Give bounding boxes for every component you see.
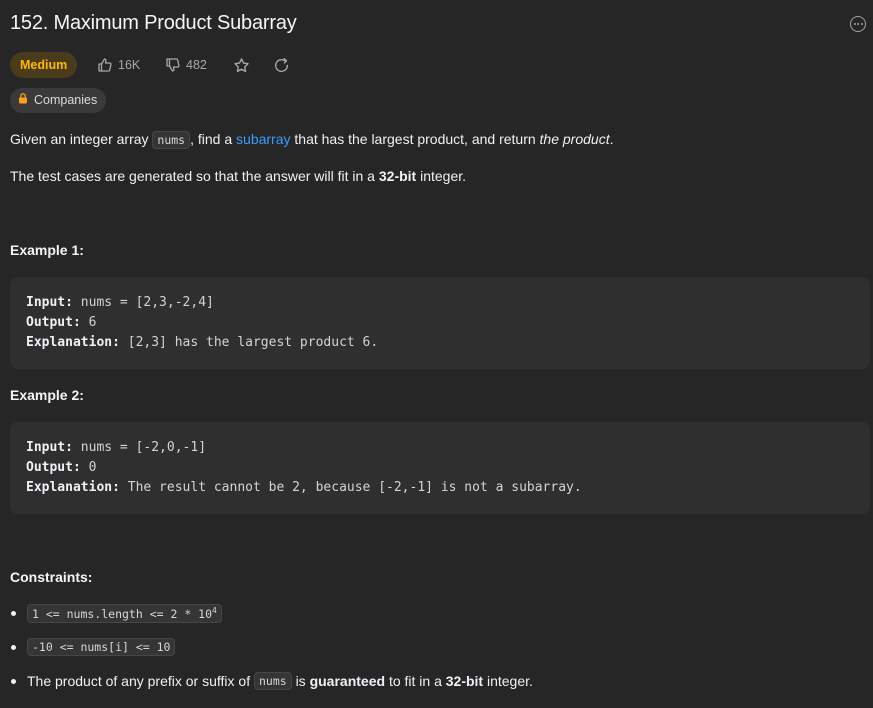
explanation-value: [2,3] has the largest product 6.	[119, 335, 379, 350]
problem-title: 152. Maximum Product Subarray	[10, 12, 297, 34]
constraint-code: 1 <= nums.length <= 2 * 10	[32, 606, 213, 621]
bold-text: 32-bit	[378, 168, 417, 184]
example-explanation-line: Explanation: [2,3] has the largest produ…	[26, 333, 854, 353]
inline-code: 1 <= nums.length <= 2 * 104	[27, 604, 222, 623]
emphasis-text: the product	[539, 131, 610, 147]
share-icon	[273, 57, 290, 74]
description-text: that has the largest product, and return	[290, 131, 540, 147]
constraint-item-1: 1 <= nums.length <= 2 * 104	[10, 604, 222, 623]
output-value: 0	[80, 460, 97, 475]
description-text: The test cases are generated so that the…	[10, 168, 379, 184]
example-2-heading: Example 2:	[10, 387, 84, 403]
favorite-button[interactable]	[233, 56, 250, 74]
constraint-text: is	[295, 673, 306, 689]
companies-label: Companies	[34, 93, 98, 107]
superscript: 4	[212, 606, 217, 615]
bullet-dot	[11, 678, 16, 684]
example-output-line: Output: 0	[26, 458, 854, 478]
input-label: Input:	[26, 295, 73, 310]
constraint-item-2: -10 <= nums[i] <= 10	[10, 638, 176, 656]
thumbs-up-icon	[97, 57, 113, 73]
lock-icon	[18, 88, 28, 113]
explanation-label: Explanation:	[26, 480, 120, 495]
like-count: 16K	[118, 58, 141, 72]
explanation-label: Explanation:	[26, 335, 120, 350]
constraints-heading: Constraints:	[10, 569, 93, 585]
dislike-button[interactable]: 482	[165, 56, 207, 74]
description-text: integer.	[416, 168, 467, 184]
example-2-block: Input: nums = [-2,0,-1] Output: 0 Explanat…	[10, 422, 870, 514]
thumbs-down-icon	[165, 57, 181, 73]
description-text: Given an integer array	[10, 131, 153, 147]
bullet-dot	[11, 610, 16, 616]
example-1-block: Input: nums = [2,3,-2,4] Output: 6 Explana…	[10, 277, 870, 369]
example-output-line: Output: 6	[26, 313, 854, 333]
companies-tag[interactable]: Companies	[10, 88, 107, 113]
example-explanation-line: Explanation: The result cannot be 2, bec…	[26, 478, 854, 498]
bold-text: 32-bit	[445, 673, 484, 689]
dislike-count: 482	[186, 58, 207, 72]
output-label: Output:	[26, 460, 81, 475]
output-value: 6	[80, 315, 97, 330]
description-paragraph-1: Given an integer array nums, find a suba…	[10, 131, 614, 149]
bold-text: guaranteed	[309, 673, 386, 689]
input-label: Input:	[26, 440, 73, 455]
description-text: .	[609, 131, 614, 147]
input-value: nums = [2,3,-2,4]	[72, 295, 214, 310]
constraint-text: integer.	[486, 673, 533, 689]
constraint-item-3: The product of any prefix or suffix of n…	[10, 672, 533, 690]
example-input-line: Input: nums = [-2,0,-1]	[26, 438, 854, 458]
constraint-text: The product of any prefix or suffix of	[27, 673, 251, 689]
inline-code: -10 <= nums[i] <= 10	[27, 638, 176, 656]
subarray-link[interactable]: subarray	[236, 131, 290, 147]
inline-code: nums	[152, 131, 191, 149]
constraint-text: to fit in a	[388, 673, 442, 689]
like-button[interactable]: 16K	[97, 56, 140, 74]
example-input-line: Input: nums = [2,3,-2,4]	[26, 293, 854, 313]
inline-code: nums	[253, 672, 292, 690]
description-paragraph-2: The test cases are generated so that the…	[10, 168, 466, 184]
star-icon	[233, 57, 250, 74]
share-button[interactable]	[273, 56, 290, 74]
explanation-value: The result cannot be 2, because [-2,-1] …	[119, 480, 582, 495]
bullet-dot	[11, 644, 16, 650]
difficulty-badge: Medium	[10, 52, 78, 78]
example-1-heading: Example 1:	[10, 242, 84, 258]
input-value: nums = [-2,0,-1]	[72, 440, 207, 455]
output-label: Output:	[26, 315, 81, 330]
more-options-icon[interactable]	[850, 16, 866, 32]
description-text: , find a	[190, 131, 237, 147]
